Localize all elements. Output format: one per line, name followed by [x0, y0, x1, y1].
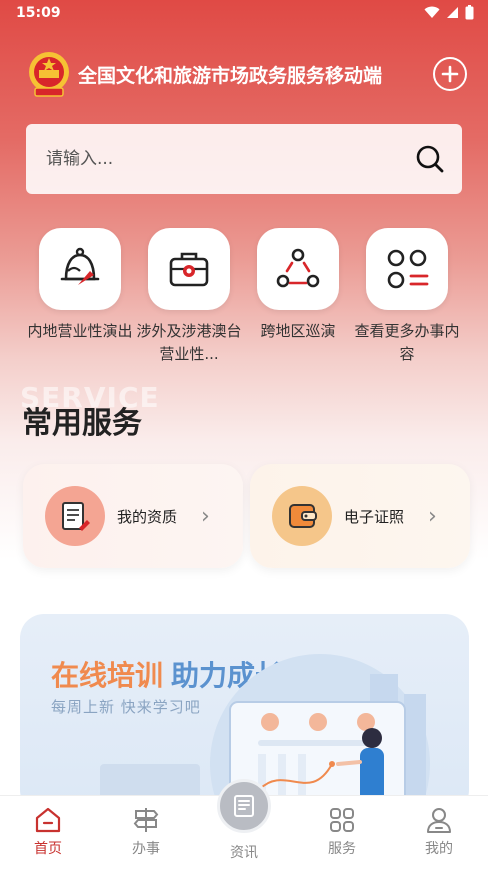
home-icon — [35, 807, 61, 833]
card-label: 我的资质 — [117, 508, 178, 526]
quick-action-icon-box — [148, 228, 230, 310]
news-icon — [234, 795, 254, 817]
quick-action-label: 查看更多办事内容 — [354, 322, 460, 363]
quick-action-cross-region-tour[interactable]: 跨地区巡演 — [243, 228, 353, 343]
wallet-icon — [289, 504, 317, 528]
service-card-my-qualification[interactable]: 我的资质 › — [23, 464, 243, 568]
quick-action-label: 跨地区巡演 — [260, 322, 336, 340]
quick-action-icon-box — [366, 228, 448, 310]
user-icon — [427, 808, 451, 833]
nav-label-news: 资讯 — [230, 845, 258, 861]
nav-label: 服务 — [328, 841, 356, 857]
search-bar[interactable] — [26, 124, 462, 194]
quick-actions: 内地营业性演出 涉外及涉港澳台营业性... 跨地区巡演 查看更多办事内容 — [0, 228, 488, 378]
nav-label: 首页 — [34, 841, 62, 857]
quick-action-foreign-performance[interactable]: 涉外及涉港澳台营业性... — [134, 228, 244, 366]
quick-action-label: 涉外及涉港澳台营业性... — [136, 322, 242, 363]
search-input[interactable] — [46, 144, 406, 174]
nav-label: 办事 — [132, 841, 160, 857]
nav-item-services[interactable]: 服务 — [312, 806, 372, 858]
chevron-right-icon: › — [428, 504, 437, 529]
signpost-icon — [133, 808, 159, 832]
grid-menu-icon — [387, 249, 429, 289]
quick-action-icon-box — [257, 228, 339, 310]
app-title: 全国文化和旅游市场政务服务移动端 — [78, 65, 383, 87]
add-button[interactable] — [433, 57, 467, 91]
national-emblem-icon — [29, 52, 69, 97]
wifi-icon — [424, 6, 440, 18]
grid-icon — [330, 808, 354, 832]
status-bar: 15:09 — [0, 0, 488, 28]
section-title: 常用服务 — [22, 406, 142, 441]
quick-action-label: 内地营业性演出 — [27, 322, 133, 340]
document-stamp-icon — [62, 502, 90, 531]
card-label: 电子证照 — [344, 508, 405, 526]
nav-item-news[interactable] — [217, 779, 271, 833]
quick-action-icon-box — [39, 228, 121, 310]
card-icon-circle — [45, 486, 105, 546]
route-nodes-icon — [276, 248, 320, 288]
nav-item-mine[interactable]: 我的 — [409, 806, 469, 858]
nav-item-affairs[interactable]: 办事 — [116, 806, 176, 858]
nav-item-home[interactable]: 首页 — [18, 806, 78, 858]
card-icon-circle — [272, 486, 332, 546]
plus-icon — [441, 65, 459, 83]
bell-performance-icon — [60, 247, 100, 285]
quick-action-more[interactable]: 查看更多办事内容 — [352, 228, 462, 366]
service-card-e-license[interactable]: 电子证照 › — [250, 464, 470, 568]
signal-icon — [447, 7, 458, 18]
nav-label: 我的 — [425, 841, 453, 857]
quick-action-domestic-performance[interactable]: 内地营业性演出 — [25, 228, 135, 343]
chevron-right-icon: › — [201, 504, 210, 529]
status-icons — [424, 5, 474, 20]
battery-icon — [465, 5, 474, 20]
search-icon[interactable] — [416, 145, 444, 173]
status-time: 15:09 — [16, 5, 61, 21]
briefcase-icon — [169, 252, 209, 287]
app-header: 全国文化和旅游市场政务服务移动端 — [0, 48, 488, 104]
